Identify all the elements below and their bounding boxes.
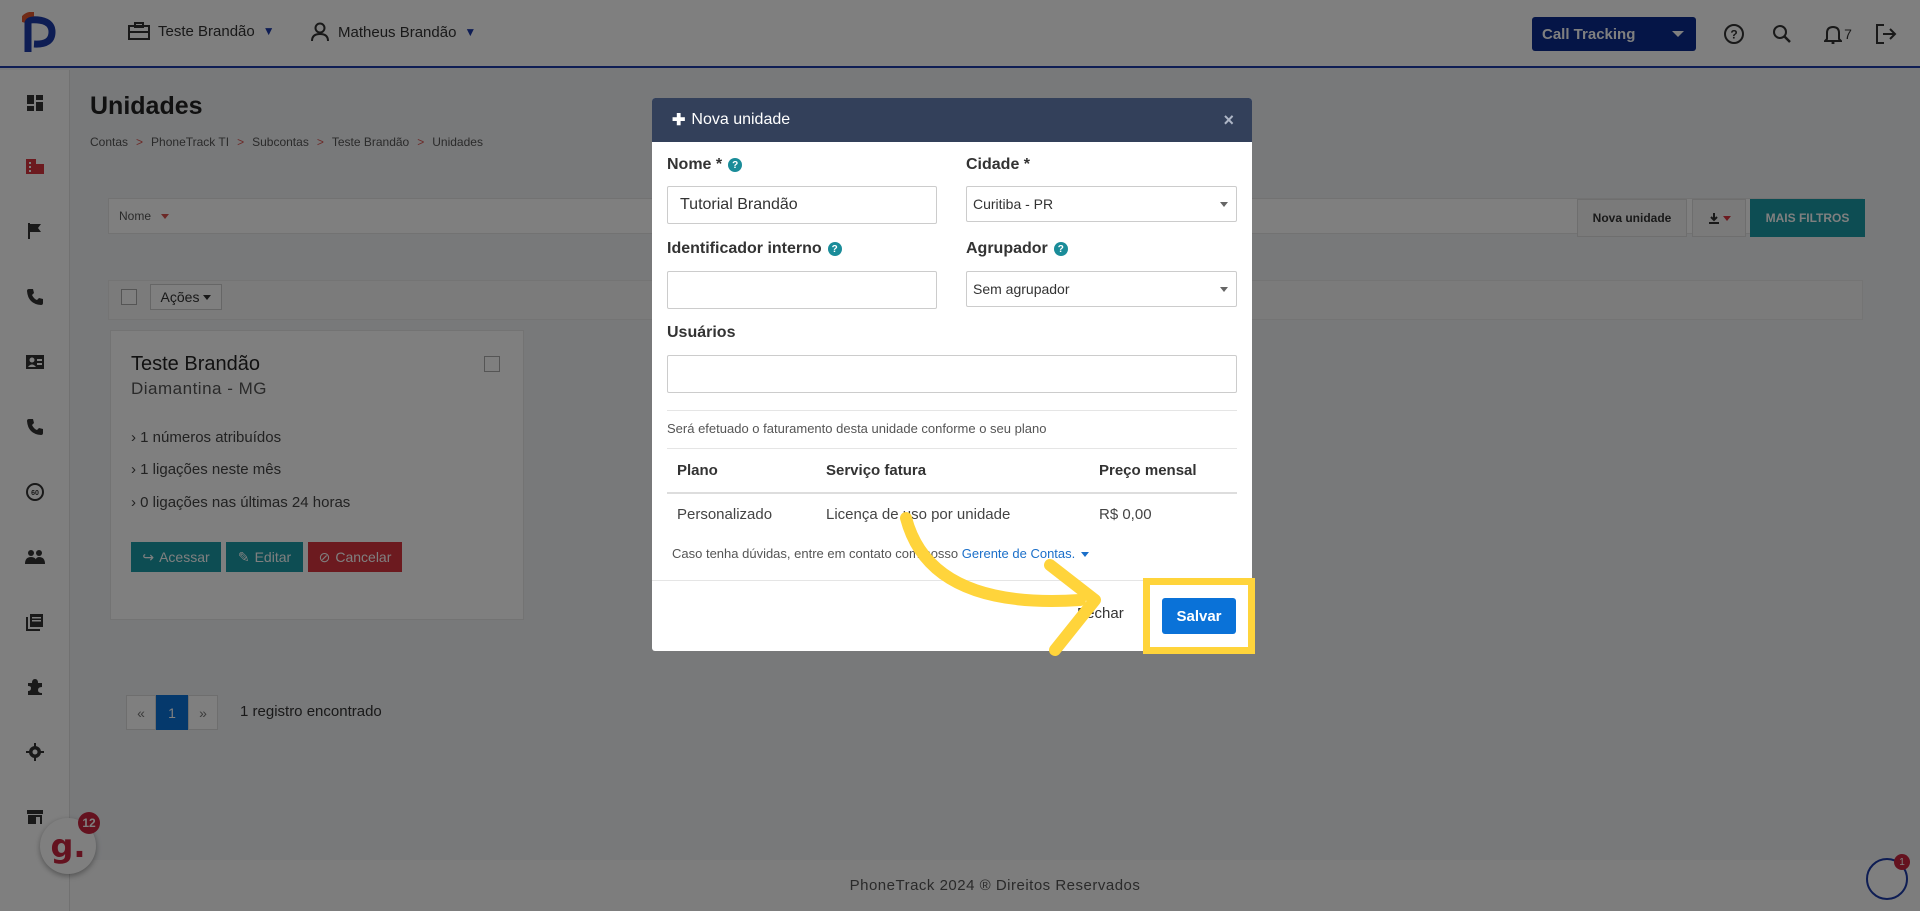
help-icon[interactable]: ?: [1053, 242, 1068, 256]
group-label-text: Agrupador: [966, 240, 1048, 257]
city-label: Cidade *: [966, 156, 1031, 173]
divider: [667, 448, 1237, 449]
name-label: Nome *?: [667, 156, 743, 174]
caret-down-icon: [1220, 287, 1228, 292]
city-select-value: Curitiba - PR: [973, 196, 1054, 212]
internal-id-label-text: Identificador interno: [667, 240, 822, 257]
internal-id-label: Identificador interno?: [667, 240, 842, 258]
table-header-divider: [667, 492, 1237, 494]
price-header: Preço mensal: [1099, 462, 1197, 479]
users-field[interactable]: [667, 355, 1237, 393]
name-label-text: Nome *: [667, 156, 723, 173]
city-select[interactable]: Curitiba - PR: [966, 186, 1237, 222]
name-field[interactable]: Tutorial Brandão: [667, 186, 937, 224]
group-label: Agrupador?: [966, 240, 1068, 258]
tutorial-arrow-icon: [900, 512, 1101, 656]
caret-down-icon: [1220, 202, 1228, 207]
help-icon[interactable]: ?: [827, 242, 842, 256]
plan-cell: Personalizado: [677, 506, 773, 523]
users-label: Usuários: [667, 324, 736, 341]
internal-id-field[interactable]: [667, 271, 937, 309]
help-icon[interactable]: ?: [728, 158, 743, 172]
group-select[interactable]: Sem agrupador: [966, 271, 1237, 307]
service-header: Serviço fatura: [826, 462, 927, 479]
divider: [667, 410, 1237, 411]
group-select-value: Sem agrupador: [973, 281, 1070, 297]
plan-header: Plano: [677, 462, 718, 479]
save-button[interactable]: Salvar: [1162, 598, 1236, 634]
modal-title: Nova unidade: [691, 111, 791, 128]
billing-note: Será efetuado o faturamento desta unidad…: [667, 421, 1047, 436]
modal-header: ✚ Nova unidade ×: [652, 98, 1252, 142]
plus-icon: ✚: [672, 112, 686, 129]
close-icon[interactable]: ×: [1223, 110, 1234, 131]
